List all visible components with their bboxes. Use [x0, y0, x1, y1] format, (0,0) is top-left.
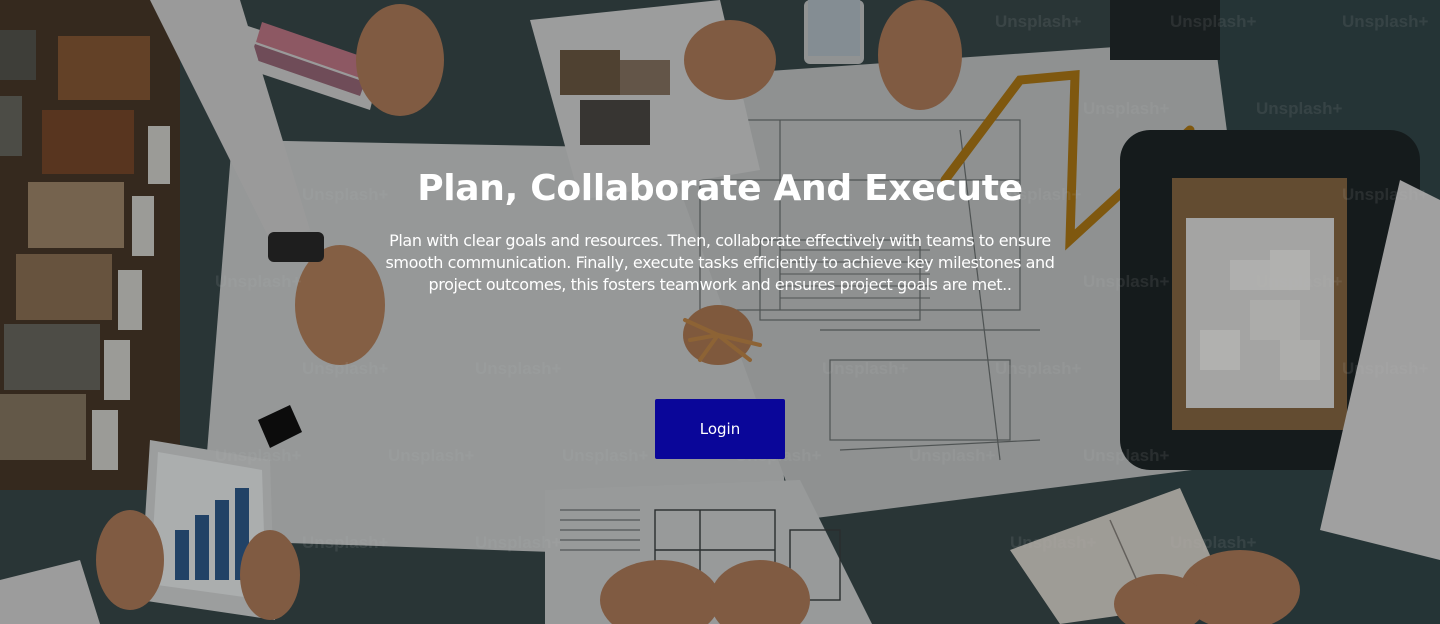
- login-button[interactable]: Login: [655, 399, 785, 459]
- hero-section: Unsplash+ Unsplash+ Unsplash+ Unsplash+ …: [0, 0, 1440, 624]
- hero-title: Plan, Collaborate And Execute: [417, 168, 1023, 209]
- hero-content: Plan, Collaborate And Execute Plan with …: [0, 0, 1440, 624]
- hero-description: Plan with clear goals and resources. The…: [385, 231, 1055, 294]
